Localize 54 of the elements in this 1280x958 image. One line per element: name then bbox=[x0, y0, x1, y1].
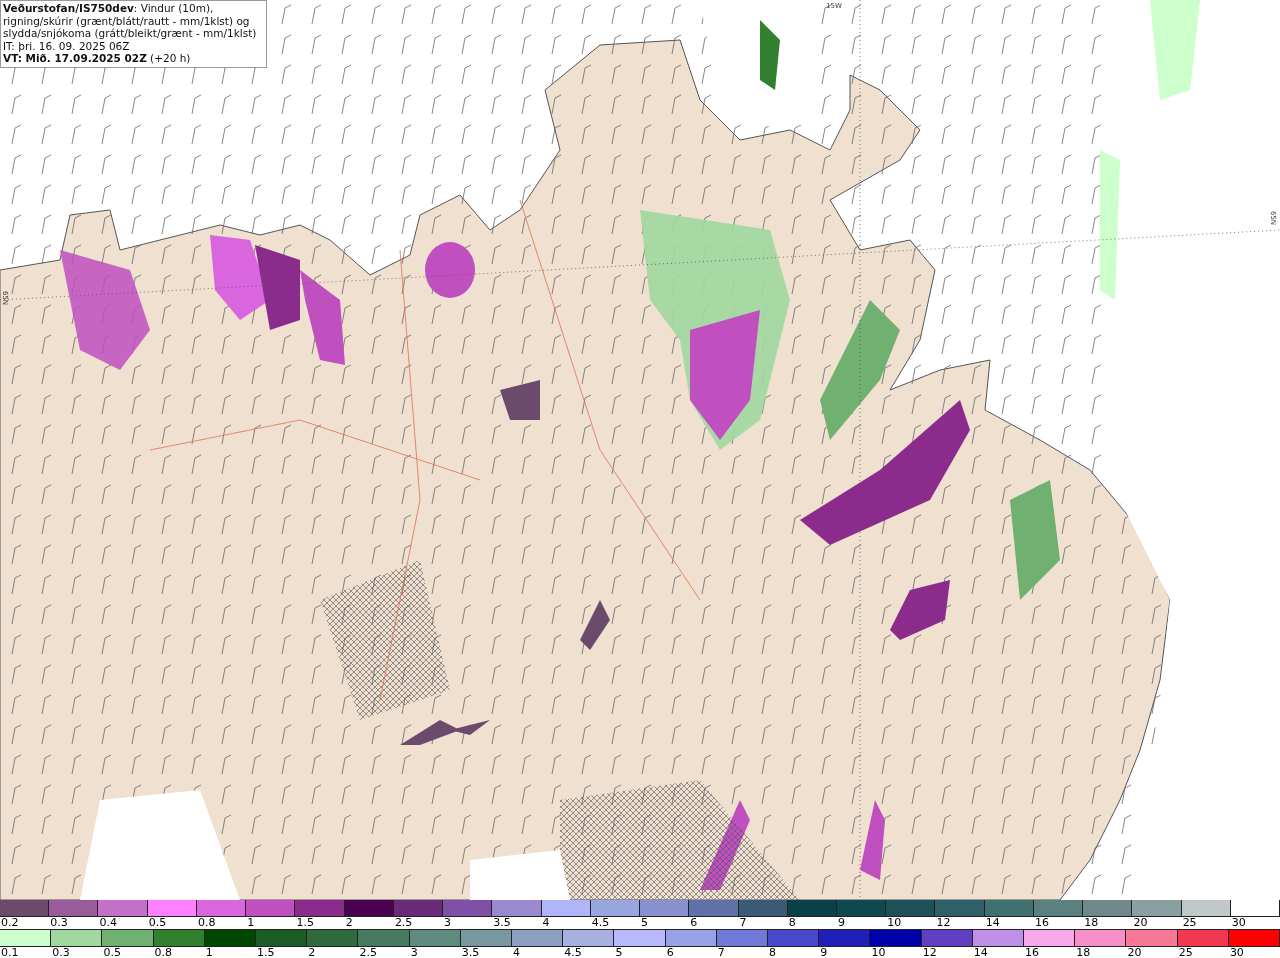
legend-label: 10 bbox=[887, 916, 902, 929]
legend-label: 2 bbox=[345, 916, 353, 929]
legend-label: 2 bbox=[308, 946, 316, 958]
legend-label: 1 bbox=[247, 916, 255, 929]
legend-label: 1.5 bbox=[296, 916, 314, 929]
legend-label: 1.5 bbox=[257, 946, 275, 958]
legend-label: 4.5 bbox=[564, 946, 582, 958]
legend-label: 6 bbox=[666, 946, 674, 958]
legend-label: 20 bbox=[1133, 916, 1148, 929]
legend-label: 4.5 bbox=[591, 916, 610, 929]
legend-label: 3.5 bbox=[461, 946, 480, 958]
legend-label: 30 bbox=[1229, 946, 1244, 958]
legend-label: 3 bbox=[410, 946, 418, 958]
legend-label: 0.3 bbox=[52, 946, 70, 958]
legend-label: 3 bbox=[444, 916, 452, 929]
legend-label: 8 bbox=[769, 946, 777, 958]
map-time-label: IT: þri. 16. 09. 2025 06Z bbox=[3, 39, 131, 52]
legend-label: 0.5 bbox=[103, 946, 121, 958]
legend-label: 9 bbox=[838, 916, 845, 929]
legend-label: 8 bbox=[788, 916, 796, 929]
legend-label: 4 bbox=[513, 946, 521, 958]
legend-label: 20 bbox=[1127, 946, 1142, 958]
map-time-label: VT: Mið. 17.09.2025 02Z (+20 h) bbox=[3, 52, 192, 65]
legend-label: 0.1 bbox=[1, 946, 19, 958]
legend-label: 25 bbox=[1178, 946, 1193, 958]
legend-label: 14 bbox=[973, 946, 988, 958]
legend-label: 0.8 bbox=[154, 946, 173, 958]
legend-label: 7 bbox=[739, 916, 747, 929]
legend-label: 18 bbox=[1084, 916, 1099, 929]
legend-label: 4 bbox=[542, 916, 550, 929]
legend-label: 0.5 bbox=[148, 916, 167, 929]
legend-label: 2.5 bbox=[394, 916, 413, 929]
legend-label: 7 bbox=[717, 946, 725, 958]
legend-label: 12 bbox=[936, 916, 951, 929]
legend-label: 1 bbox=[205, 946, 213, 958]
legend-label: 18 bbox=[1076, 946, 1091, 958]
legend-label: 2.5 bbox=[359, 946, 377, 958]
legend-label: 16 bbox=[1034, 916, 1049, 929]
legend-label: 5 bbox=[641, 916, 649, 929]
legend-label: 9 bbox=[820, 946, 828, 958]
legend-label: 6 bbox=[690, 916, 698, 929]
legend-label: 16 bbox=[1025, 946, 1040, 958]
legend-label: 0.8 bbox=[197, 916, 216, 929]
legend-label: 0.3 bbox=[50, 916, 68, 929]
legend-label: 5 bbox=[615, 946, 623, 958]
legend-label: 25 bbox=[1182, 916, 1197, 929]
legend-label: 3.5 bbox=[493, 916, 511, 929]
map-title: Veðurstofan/IS750dev: Vindur (10m), rigning/skúrir (grænt/blátt/rautt - mm/1klst) og slydda/snjókoma (grátt/bleikt/grænt - mm/1klst) bbox=[3, 2, 258, 40]
legend-label: 30 bbox=[1231, 916, 1246, 929]
legend-label: 10 bbox=[871, 946, 886, 958]
legend-label: 0.4 bbox=[99, 916, 117, 929]
legend-label: 0.2 bbox=[1, 916, 19, 929]
legend-label: 12 bbox=[922, 946, 937, 958]
legend-label: 14 bbox=[985, 916, 1000, 929]
